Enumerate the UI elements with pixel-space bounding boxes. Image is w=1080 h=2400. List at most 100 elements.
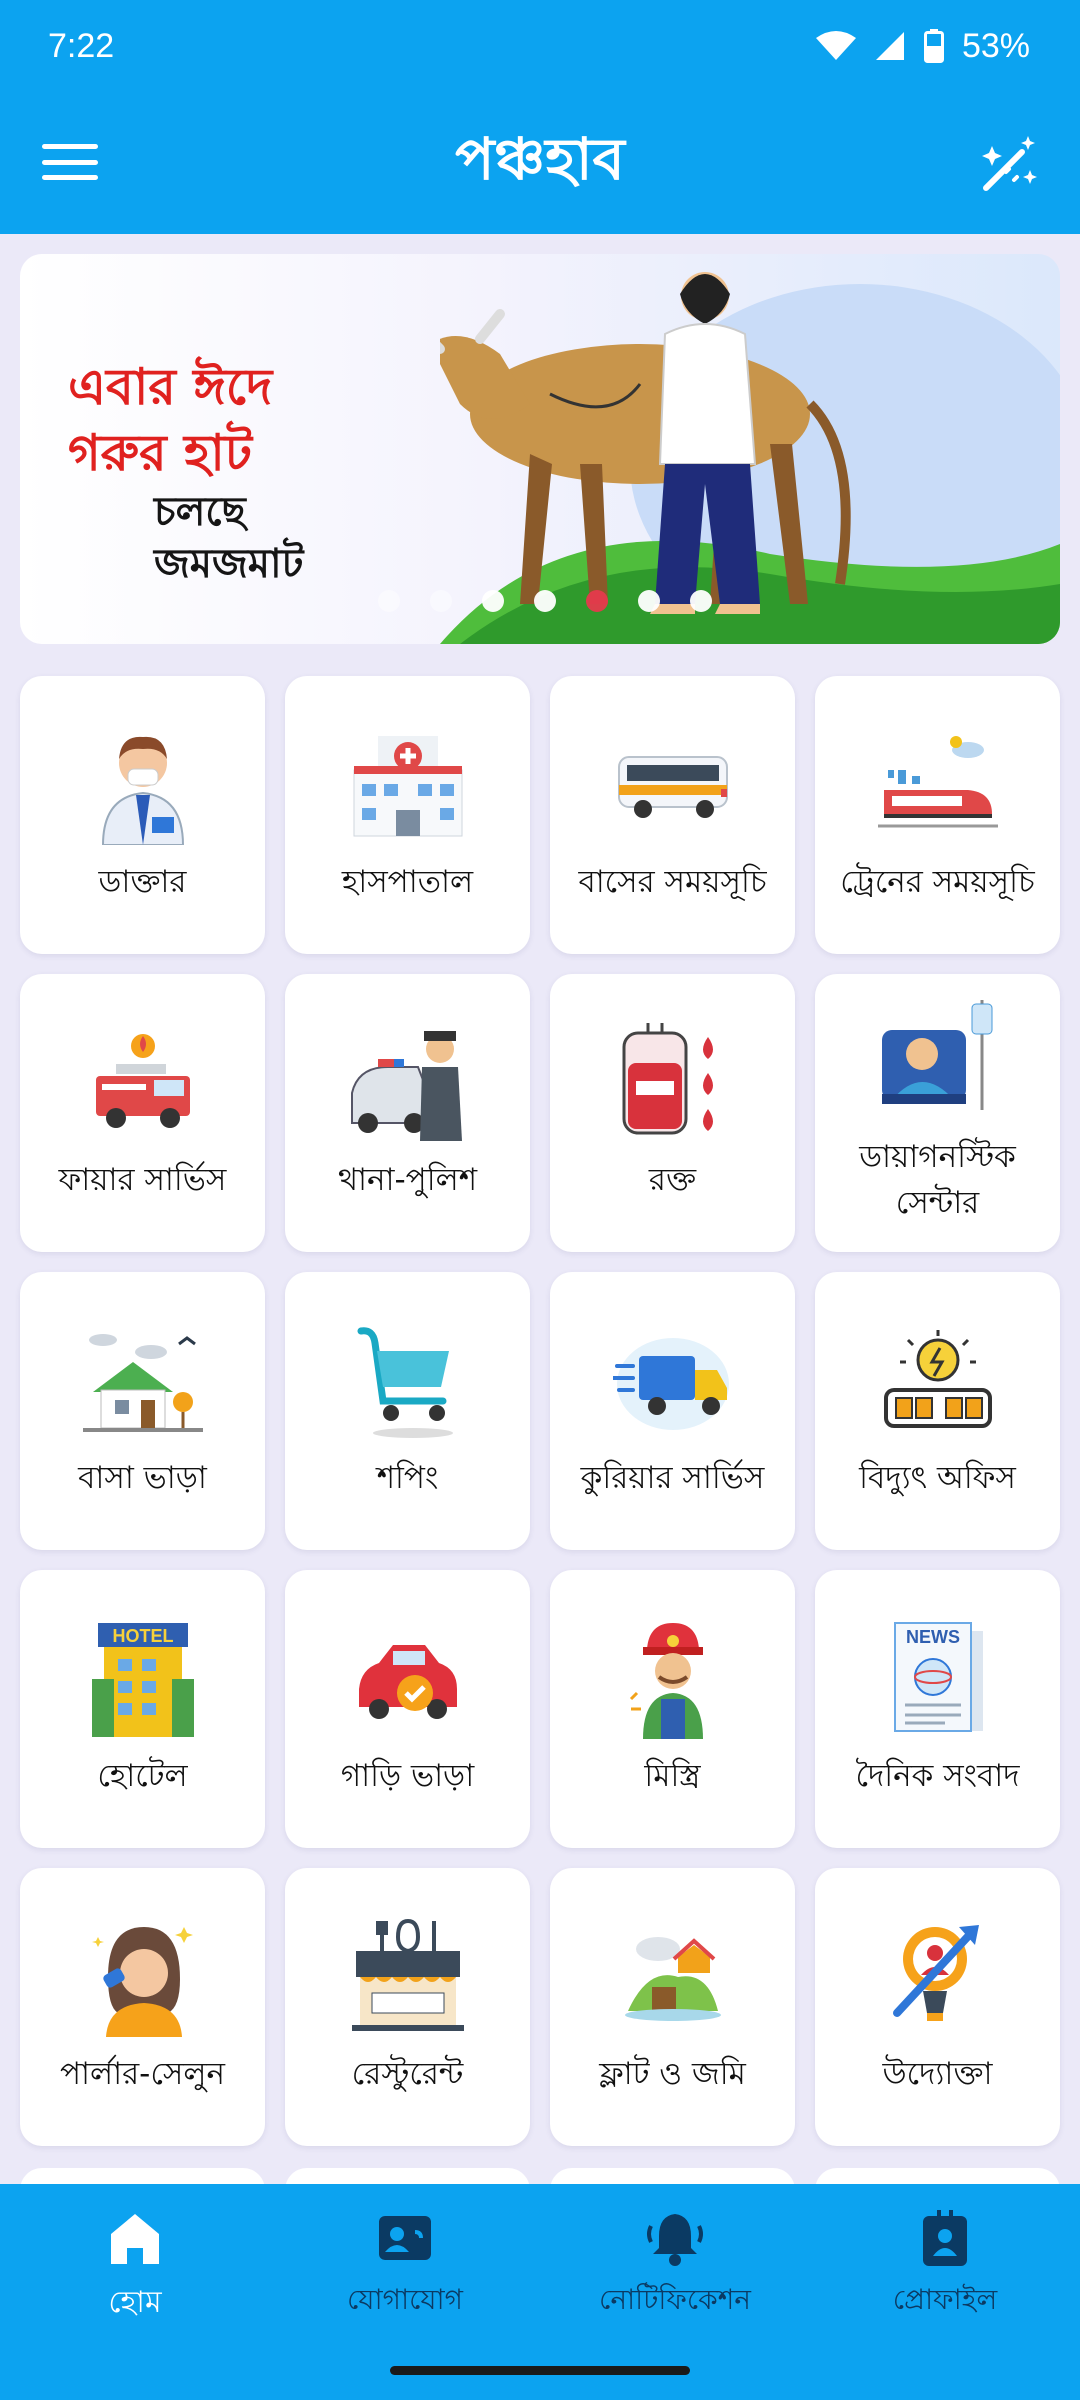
status-bar: 7:22 53% (0, 0, 1080, 92)
carousel-indicator (378, 590, 712, 612)
car-icon (348, 1619, 468, 1739)
tile-label: ডায়াগনস্টিক সেন্টার (859, 1139, 1016, 1221)
tile-label: মিস্ত্রি (644, 1758, 701, 1794)
profile-icon (923, 2210, 967, 2266)
electricity-icon (878, 1321, 998, 1441)
diagnostic-icon (878, 1000, 998, 1120)
contacts-icon (379, 2216, 431, 2260)
carousel-dot-active[interactable] (586, 590, 608, 612)
battery-icon (923, 29, 944, 63)
tile-label: বিদ্যুৎ অফিস (859, 1460, 1016, 1496)
tile-label: উদ্যোক্তা (882, 2056, 993, 2092)
tile-label: গাড়ি ভাড়া (340, 1758, 475, 1794)
tile-label: হোটেল (97, 1758, 188, 1794)
bell-icon (647, 2214, 703, 2266)
land-icon (613, 1917, 733, 2037)
tile-label: দৈনিক সংবাদ (855, 1758, 1020, 1794)
courier-truck-icon (612, 1321, 733, 1441)
doctor-icon (83, 725, 203, 845)
bus-icon (613, 725, 733, 845)
nav-label: নোটিফিকেশন (598, 2283, 752, 2316)
tile-label: কুরিয়ার সার্ভিস (580, 1460, 765, 1496)
train-icon (877, 725, 998, 845)
tile-label: রেস্টুরেন্ট (351, 2056, 464, 2092)
nav-label: প্রোফাইল (892, 2283, 998, 2316)
status-icons: 53% (815, 26, 1030, 66)
tile-label: বাসের সময়সূচি (578, 864, 767, 900)
tile-daily-news[interactable]: NEWS দৈনিক সংবাদ (815, 1570, 1060, 1848)
tile-flat-land[interactable]: ফ্লাট ও জমি (550, 1868, 795, 2146)
banner-headline: এবার ঈদে গরুর হাট চলছে জমজমাট (68, 354, 303, 590)
battery-percent: 53% (961, 26, 1030, 65)
tile-bus-schedule[interactable]: বাসের সময়সূচি (550, 676, 795, 954)
tile-label: ফায়ার সার্ভিস (58, 1162, 227, 1198)
nav-profile[interactable]: প্রোফাইল (810, 2184, 1080, 2400)
tile-label: ট্রেনের সময়সূচি (840, 864, 1035, 900)
hospital-icon (348, 725, 468, 845)
house-icon (82, 1321, 203, 1441)
banner-line-3: চলছে (154, 488, 246, 535)
parlour-icon (83, 1917, 203, 2037)
tile-label: শপিং (376, 1460, 439, 1496)
carousel-dot[interactable] (482, 590, 504, 612)
carousel-dot[interactable] (638, 590, 660, 612)
tile-parlour-salon[interactable]: পার্লার-সেলুন (20, 1868, 265, 2146)
status-time: 7:22 (48, 26, 115, 65)
tile-diagnostic-center[interactable]: ডায়াগনস্টিক সেন্টার (815, 974, 1060, 1252)
tile-car-rent[interactable]: গাড়ি ভাড়া (285, 1570, 530, 1848)
tile-label: বাসা ভাড়া (78, 1460, 207, 1496)
shopping-cart-icon (348, 1321, 468, 1441)
tile-house-rent[interactable]: বাসা ভাড়া (20, 1272, 265, 1550)
tile-police[interactable]: থানা-পুলিশ (285, 974, 530, 1252)
tile-label: ফ্লাট ও জমি (599, 2056, 746, 2092)
tile-train-schedule[interactable]: ট্রেনের সময়সূচি (815, 676, 1060, 954)
banner-line-1: এবার ঈদে (68, 357, 273, 416)
police-icon (348, 1023, 468, 1143)
tile-courier-service[interactable]: কুরিয়ার সার্ভিস (550, 1272, 795, 1550)
newspaper-icon: NEWS (878, 1619, 998, 1739)
carousel-dot[interactable] (378, 590, 400, 612)
restaurant-icon (348, 1917, 468, 2037)
carousel-dot[interactable] (430, 590, 452, 612)
tile-restaurant[interactable]: রেস্টুরেন্ট (285, 1868, 530, 2146)
cow-market-illustration (440, 272, 1060, 644)
nav-label: যোগাযোগ (347, 2283, 463, 2316)
tile-electricity-office[interactable]: বিদ্যুৎ অফিস (815, 1272, 1060, 1550)
tile-hospital[interactable]: হাসপাতাল (285, 676, 530, 954)
nav-home[interactable]: হোম (0, 2184, 270, 2400)
tile-mechanic[interactable]: মিস্ত্রি (550, 1570, 795, 1848)
tile-label: থানা-পুলিশ (337, 1162, 478, 1198)
tile-blood[interactable]: রক্ত (550, 974, 795, 1252)
magic-wand-icon[interactable] (978, 132, 1042, 196)
app-bar: পঞ্চহাব (0, 92, 1080, 234)
tile-doctor[interactable]: ডাক্তার (20, 676, 265, 954)
menu-icon[interactable] (42, 136, 98, 188)
gesture-bar (390, 2366, 690, 2375)
tile-label: পার্লার-সেলুন (59, 2056, 226, 2092)
carousel-dot[interactable] (534, 590, 556, 612)
home-icon (111, 2214, 159, 2264)
mechanic-icon (613, 1619, 733, 1739)
tile-label: রক্ত (648, 1162, 697, 1198)
tile-entrepreneur[interactable]: উদ্যোক্তা (815, 1868, 1060, 2146)
signal-icon (875, 32, 904, 60)
carousel-dot[interactable] (690, 590, 712, 612)
tile-label: ডাক্তার (98, 864, 187, 900)
wifi-icon (815, 31, 856, 60)
blood-bag-icon (613, 1023, 733, 1143)
tile-label: হাসপাতাল (341, 864, 474, 900)
category-grid: ডাক্তার হাসপাতাল বাসের সময়সূচি ট্রেনের … (20, 676, 1060, 2146)
tile-fire-service[interactable]: ফায়ার সার্ভিস (20, 974, 265, 1252)
news-sign-text: NEWS (906, 1627, 960, 1647)
tile-shopping[interactable]: শপিং (285, 1272, 530, 1550)
entrepreneur-icon (878, 1917, 998, 2037)
fire-truck-icon (83, 1023, 203, 1143)
banner-line-4: জমজমাট (154, 540, 304, 587)
nav-label: হোম (108, 2285, 162, 2320)
tile-hotel[interactable]: HOTEL হোটেল (20, 1570, 265, 1848)
banner-line-2: গরুর হাট (68, 423, 253, 482)
app-title: পঞ্চহাব (455, 124, 625, 193)
promo-banner[interactable]: এবার ঈদে গরুর হাট চলছে জমজমাট (20, 254, 1060, 644)
hotel-icon: HOTEL (83, 1619, 203, 1739)
hotel-sign-text: HOTEL (112, 1626, 173, 1646)
